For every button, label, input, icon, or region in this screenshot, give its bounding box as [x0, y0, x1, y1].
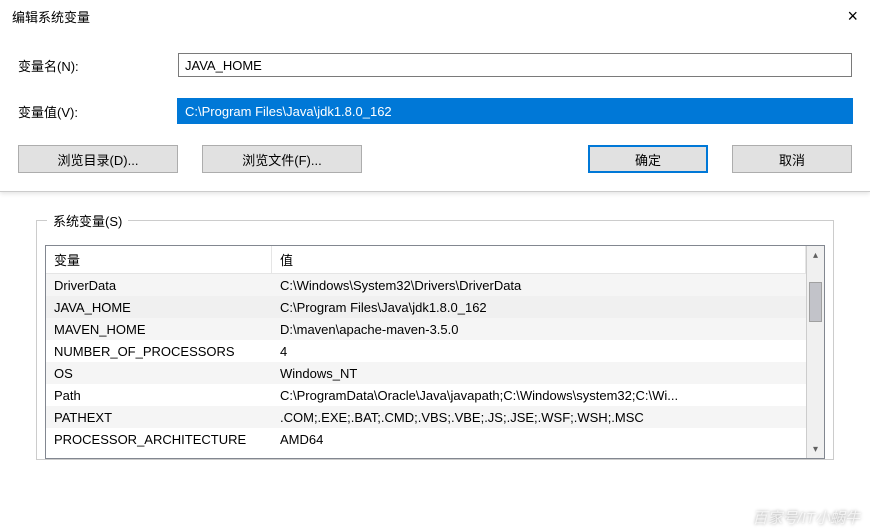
cell-value: 4 — [272, 344, 806, 359]
table-row[interactable]: PROCESSOR_ARCHITECTUREAMD64 — [46, 428, 806, 450]
scroll-track[interactable] — [807, 264, 824, 440]
cell-value: AMD64 — [272, 432, 806, 447]
table-row[interactable]: NUMBER_OF_PROCESSORS4 — [46, 340, 806, 362]
variable-name-row: 变量名(N): — [18, 53, 852, 77]
variable-value-label: 变量值(V): — [18, 102, 178, 121]
dialog-button-row: 浏览目录(D)... 浏览文件(F)... 确定 取消 — [0, 145, 870, 173]
cell-variable: OS — [46, 366, 272, 381]
system-variables-group: 系统变量(S) 变量 值 DriverDataC:\Windows\System… — [36, 220, 834, 460]
environment-variables-window: 系统变量(S) 变量 值 DriverDataC:\Windows\System… — [0, 220, 870, 532]
variable-name-input[interactable] — [178, 53, 852, 77]
browse-file-button[interactable]: 浏览文件(F)... — [202, 145, 362, 173]
browse-directory-button[interactable]: 浏览目录(D)... — [18, 145, 178, 173]
cell-value: C:\ProgramData\Oracle\Java\javapath;C:\W… — [272, 388, 806, 403]
table-row[interactable]: PathC:\ProgramData\Oracle\Java\javapath;… — [46, 384, 806, 406]
cell-value: C:\Program Files\Java\jdk1.8.0_162 — [272, 300, 806, 315]
cancel-button[interactable]: 取消 — [732, 145, 852, 173]
variable-value-row: 变量值(V): — [18, 99, 852, 123]
cell-variable: Path — [46, 388, 272, 403]
cell-value: D:\maven\apache-maven-3.5.0 — [272, 322, 806, 337]
system-variables-list[interactable]: 变量 值 DriverDataC:\Windows\System32\Drive… — [45, 245, 825, 459]
system-variables-label: 系统变量(S) — [47, 211, 128, 230]
list-header: 变量 值 — [46, 246, 806, 274]
cell-value: .COM;.EXE;.BAT;.CMD;.VBS;.VBE;.JS;.JSE;.… — [272, 410, 806, 425]
variable-value-input[interactable] — [178, 99, 852, 123]
scroll-up-icon[interactable]: ▴ — [807, 246, 824, 264]
cell-variable: PATHEXT — [46, 410, 272, 425]
cell-variable: NUMBER_OF_PROCESSORS — [46, 344, 272, 359]
ok-button[interactable]: 确定 — [588, 145, 708, 173]
dialog-title-bar: 编辑系统变量 × — [0, 0, 870, 33]
cell-variable: DriverData — [46, 278, 272, 293]
edit-system-variable-dialog: 编辑系统变量 × 变量名(N): 变量值(V): 浏览目录(D)... 浏览文件… — [0, 0, 870, 192]
table-row[interactable]: DriverDataC:\Windows\System32\Drivers\Dr… — [46, 274, 806, 296]
vertical-scrollbar[interactable]: ▴ ▾ — [806, 246, 824, 458]
scroll-down-icon[interactable]: ▾ — [807, 440, 824, 458]
cell-variable: MAVEN_HOME — [46, 322, 272, 337]
cell-value: C:\Windows\System32\Drivers\DriverData — [272, 278, 806, 293]
table-row[interactable]: MAVEN_HOMED:\maven\apache-maven-3.5.0 — [46, 318, 806, 340]
table-row[interactable]: PATHEXT.COM;.EXE;.BAT;.CMD;.VBS;.VBE;.JS… — [46, 406, 806, 428]
cell-variable: PROCESSOR_ARCHITECTURE — [46, 432, 272, 447]
cell-variable: JAVA_HOME — [46, 300, 272, 315]
close-icon[interactable]: × — [847, 6, 858, 27]
dialog-body: 变量名(N): 变量值(V): — [0, 33, 870, 123]
column-header-value[interactable]: 值 — [272, 246, 806, 273]
scroll-thumb[interactable] — [809, 282, 822, 322]
variable-name-label: 变量名(N): — [18, 56, 178, 75]
table-row[interactable]: JAVA_HOMEC:\Program Files\Java\jdk1.8.0_… — [46, 296, 806, 318]
column-header-variable[interactable]: 变量 — [46, 246, 272, 273]
table-row[interactable]: OSWindows_NT — [46, 362, 806, 384]
cell-value: Windows_NT — [272, 366, 806, 381]
dialog-title: 编辑系统变量 — [12, 7, 90, 26]
